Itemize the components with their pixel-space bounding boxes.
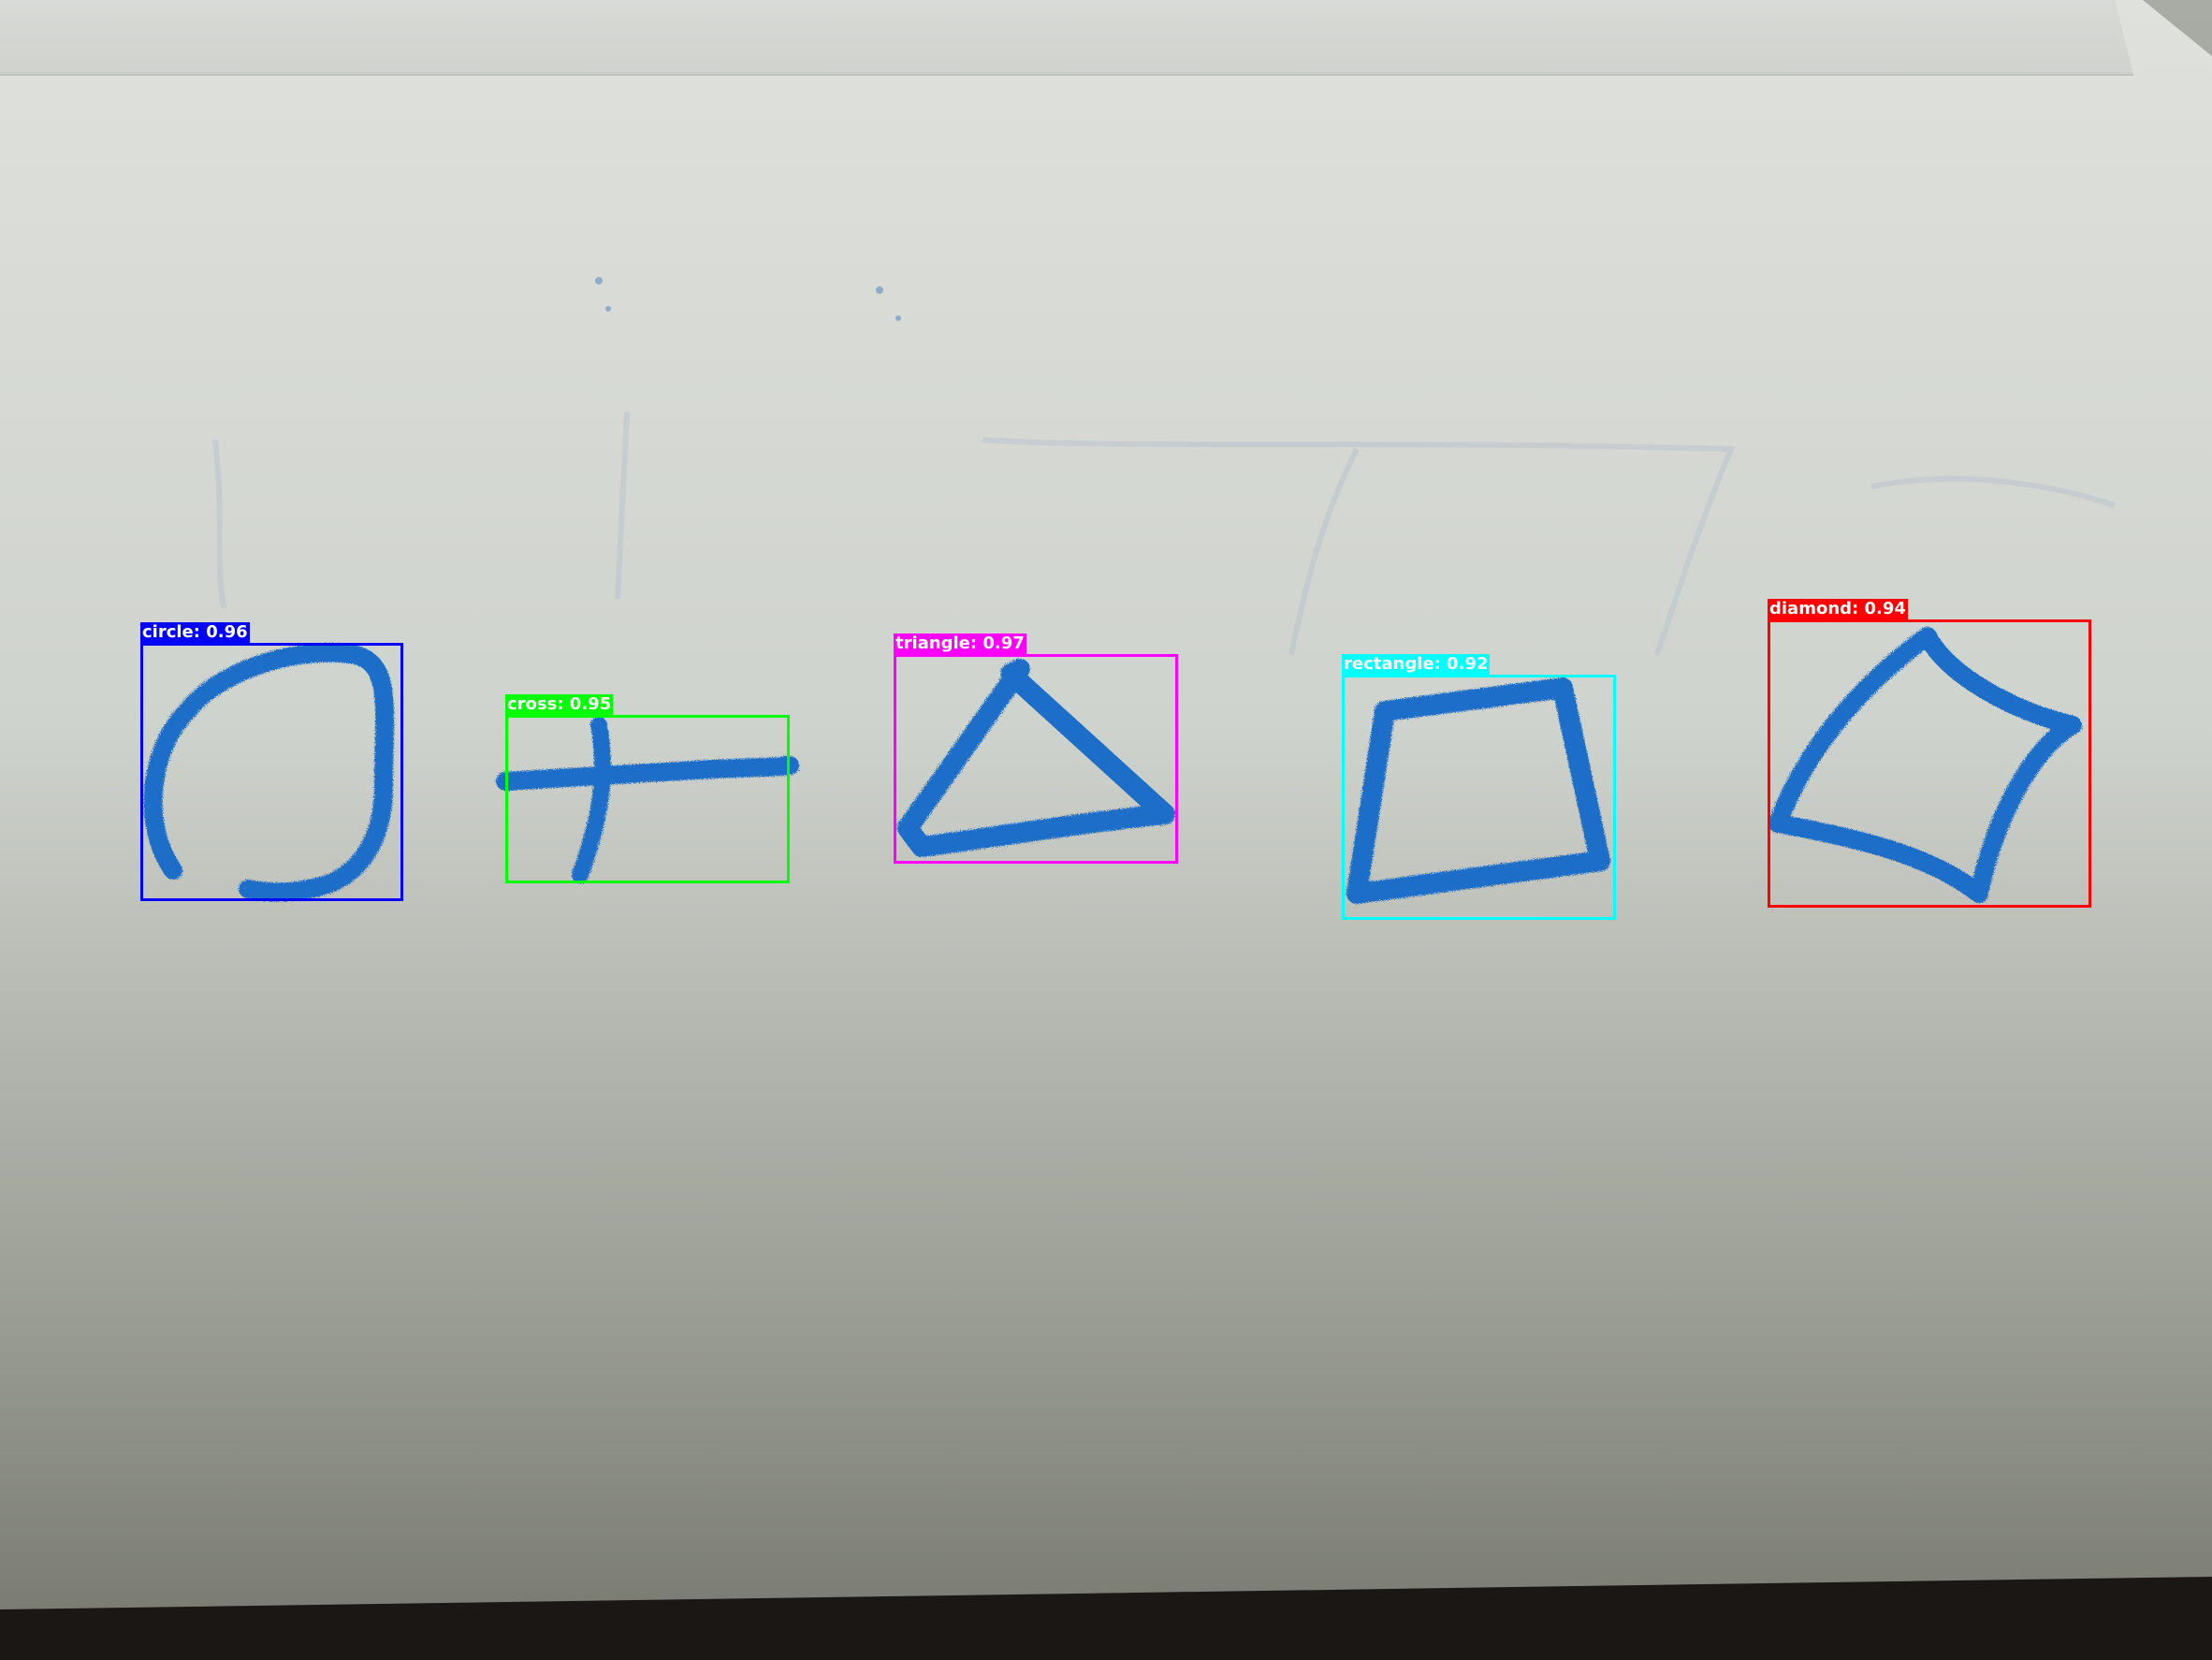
diamond-detection-box xyxy=(1768,619,2091,908)
rectangle-detection-label: rectangle: 0.92 xyxy=(1342,654,1491,675)
paper-fold xyxy=(0,0,2133,75)
triangle-detection-box xyxy=(894,654,1178,864)
circle-detection-box xyxy=(140,643,403,901)
photo-scene: circle: 0.96 cross: 0.95 triangle: 0.97 … xyxy=(0,0,2212,1660)
triangle-detection-label: triangle: 0.97 xyxy=(894,633,1026,654)
cross-detection-label: cross: 0.95 xyxy=(505,694,614,715)
circle-detection-label: circle: 0.96 xyxy=(140,622,250,643)
diamond-detection-label: diamond: 0.94 xyxy=(1768,599,1908,619)
rectangle-detection-box xyxy=(1342,675,1616,920)
cross-detection-box xyxy=(505,715,790,883)
